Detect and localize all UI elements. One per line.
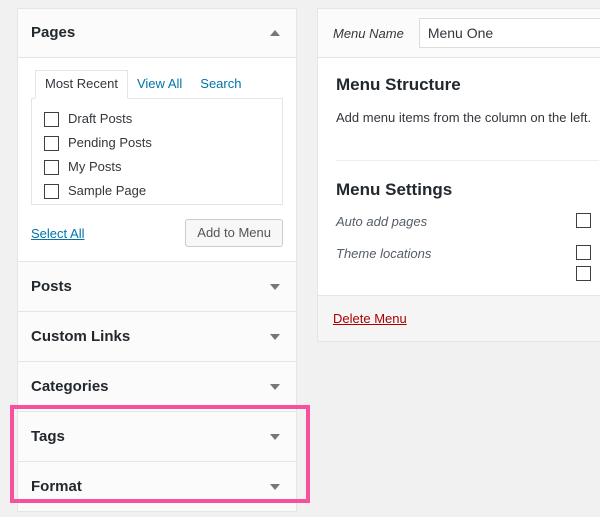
categories-panel-title: Categories	[31, 377, 109, 395]
setting-row-auto-add-pages: Auto add pages	[336, 212, 599, 231]
menu-editor-body: Menu Structure Add menu items from the c…	[318, 58, 600, 281]
caret-down-icon[interactable]	[270, 333, 280, 340]
add-to-menu-button[interactable]: Add to Menu	[185, 218, 283, 248]
posts-panel-header[interactable]: Posts	[18, 262, 296, 311]
tags-panel: Tags	[17, 411, 297, 461]
menu-settings-block: Menu Settings Auto add pages Theme locat…	[336, 161, 599, 281]
pages-panel-header[interactable]: Pages	[18, 9, 296, 58]
posts-panel: Posts	[17, 261, 297, 311]
tab-search[interactable]: Search	[191, 71, 250, 98]
custom-links-panel-title: Custom Links	[31, 327, 131, 345]
menu-settings-heading: Menu Settings	[336, 179, 453, 199]
theme-locations-checkboxes	[576, 244, 599, 281]
menu-name-bar: Menu Name	[318, 9, 600, 58]
format-panel-header[interactable]: Format	[18, 462, 296, 511]
custom-links-panel-header[interactable]: Custom Links	[18, 312, 296, 361]
checkbox-pending-posts[interactable]	[44, 135, 59, 151]
delete-menu-link[interactable]: Delete Menu	[333, 311, 407, 326]
menu-structure-description: Add menu items from the column on the le…	[336, 110, 592, 126]
menu-structure-heading: Menu Structure	[336, 75, 461, 94]
list-item[interactable]: Pending Posts	[44, 135, 272, 152]
menu-name-label: Menu Name	[333, 25, 404, 41]
list-item[interactable]: Sample Page	[44, 183, 272, 200]
auto-add-pages-checkboxes	[576, 212, 599, 228]
custom-links-panel: Custom Links	[17, 311, 297, 361]
caret-up-icon[interactable]	[270, 30, 280, 36]
pages-panel-actions: Select All Add to Menu	[31, 218, 283, 248]
list-item-label: My Posts	[68, 158, 122, 174]
pages-panel-body: Most Recent View All Search Draft Posts …	[18, 58, 296, 261]
list-item-label: Draft Posts	[68, 111, 133, 126]
checkbox-draft-posts[interactable]	[44, 111, 59, 127]
caret-down-icon[interactable]	[270, 283, 280, 290]
categories-panel-header[interactable]: Categories	[18, 362, 296, 411]
checkbox-sample-page[interactable]	[44, 183, 59, 199]
checkbox-auto-add-pages[interactable]	[576, 212, 591, 228]
pages-tab-bar: Most Recent View All Search	[31, 70, 283, 99]
caret-down-icon[interactable]	[270, 483, 280, 490]
theme-locations-label: Theme locations	[336, 245, 432, 261]
checkbox-theme-location-primary[interactable]	[576, 244, 591, 260]
checkbox-my-posts[interactable]	[44, 159, 59, 175]
caret-down-icon[interactable]	[270, 383, 280, 390]
pages-checkbox-list: Draft Posts Pending Posts My Posts Sampl…	[31, 98, 283, 205]
categories-panel: Categories	[17, 361, 297, 411]
menu-items-column: Pages Most Recent View All Search Draft …	[17, 8, 297, 512]
select-all-link[interactable]: Select All	[31, 226, 84, 241]
format-panel-title: Format	[31, 477, 82, 495]
tab-view-all[interactable]: View All	[128, 71, 191, 98]
menu-editor-panel: Menu Name Menu Structure Add menu items …	[317, 8, 600, 342]
posts-panel-title: Posts	[31, 277, 72, 295]
menu-name-input[interactable]	[418, 18, 600, 48]
list-item[interactable]: My Posts	[44, 159, 272, 176]
tab-most-recent-label: Most Recent	[45, 76, 118, 92]
setting-row-theme-locations: Theme locations	[336, 244, 599, 281]
tags-panel-header[interactable]: Tags	[18, 412, 296, 461]
tags-panel-title: Tags	[31, 427, 65, 445]
list-item-label: Sample Page	[68, 182, 147, 198]
menu-editor-footer: Delete Menu	[318, 294, 600, 341]
pages-panel: Pages Most Recent View All Search Draft …	[17, 8, 297, 261]
list-item-label: Pending Posts	[68, 134, 152, 150]
tab-view-all-label: View All	[136, 76, 183, 92]
checkbox-theme-location-secondary[interactable]	[576, 265, 591, 281]
pages-panel-title: Pages	[31, 24, 76, 42]
auto-add-pages-label: Auto add pages	[336, 213, 428, 229]
list-item[interactable]: Draft Posts	[44, 111, 272, 128]
tab-search-label: Search	[200, 76, 242, 92]
tab-most-recent[interactable]: Most Recent	[35, 70, 128, 99]
format-panel: Format	[17, 461, 297, 512]
caret-down-icon[interactable]	[270, 433, 280, 440]
